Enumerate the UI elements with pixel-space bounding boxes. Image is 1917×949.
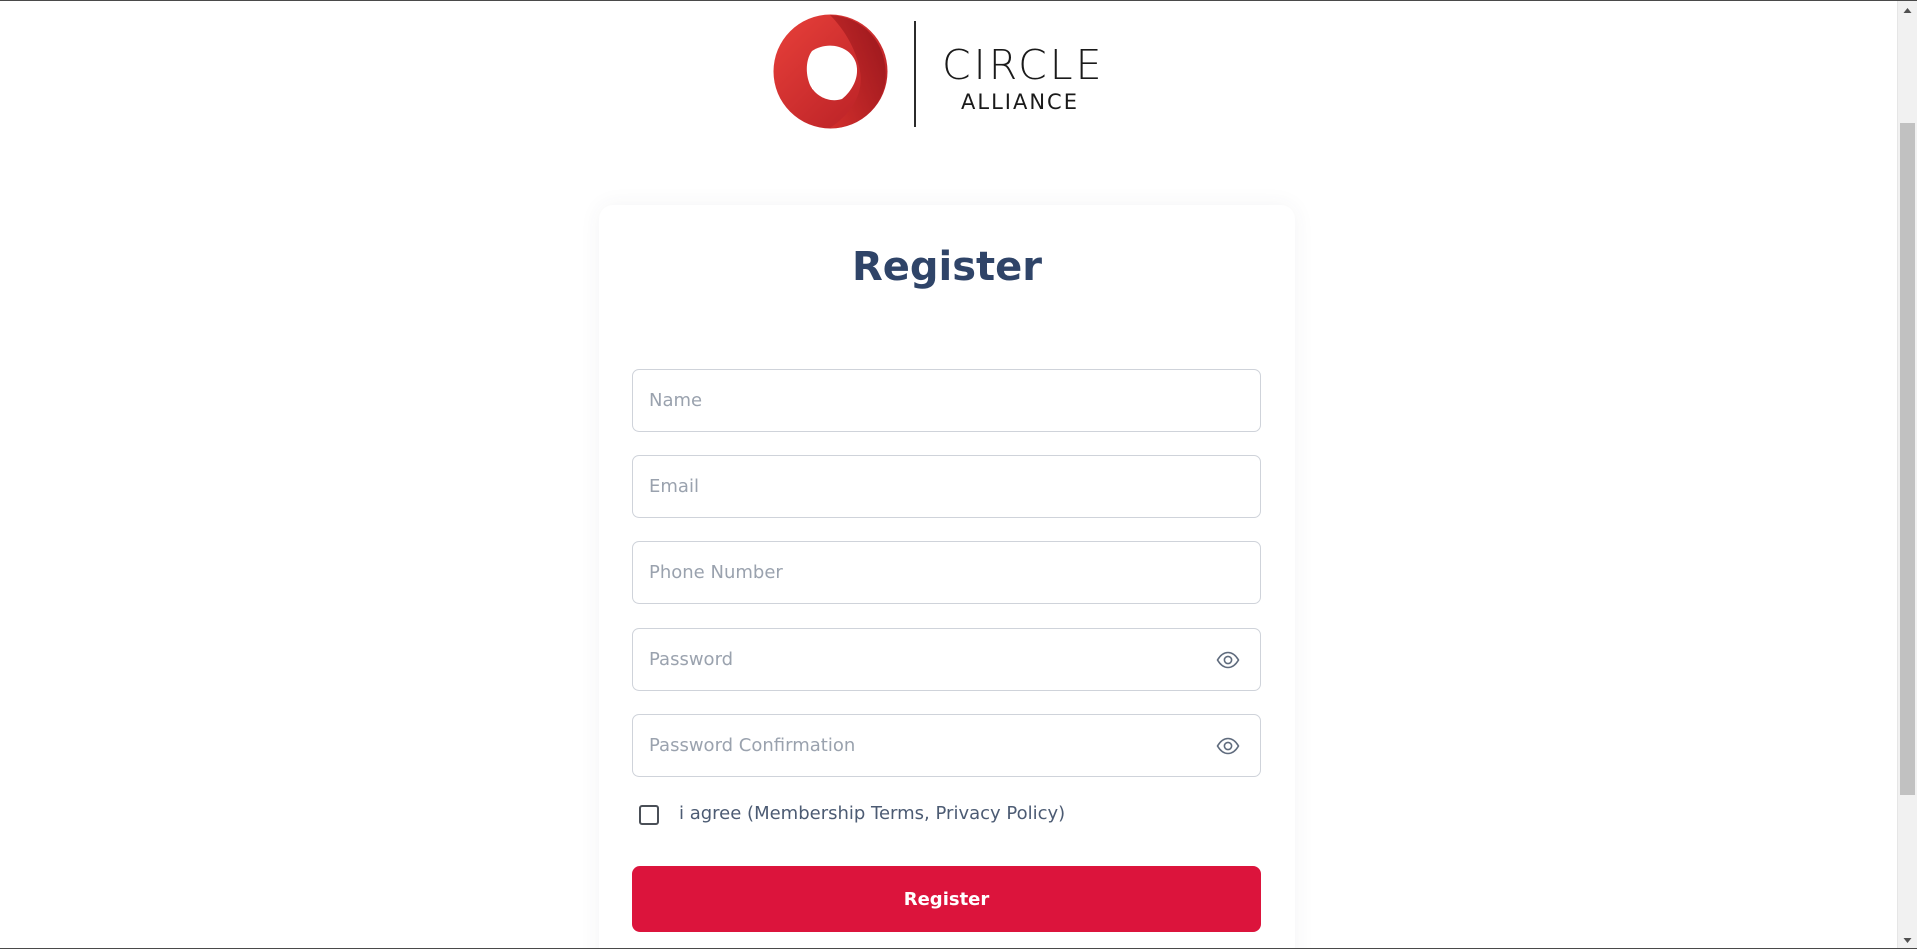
email-field[interactable] — [632, 455, 1261, 518]
register-card: Register i agree (Membershi — [599, 205, 1295, 948]
register-button[interactable]: Register — [632, 866, 1261, 932]
brand-logo: CIRCLE ALLIANCE — [772, 13, 1112, 131]
eye-icon[interactable] — [1216, 736, 1240, 756]
chevron-down-icon[interactable] — [1898, 932, 1917, 949]
brand-name-sub: ALLIANCE — [961, 90, 1079, 114]
password-input[interactable] — [649, 629, 1209, 690]
logo-divider — [914, 21, 916, 127]
phone-field[interactable] — [632, 541, 1261, 604]
page-title: Register — [851, 244, 1043, 290]
password-field[interactable] — [632, 628, 1261, 691]
eye-icon[interactable] — [1216, 650, 1240, 670]
chevron-up-icon[interactable] — [1898, 2, 1917, 19]
agree-checkbox[interactable] — [639, 805, 659, 825]
password-confirmation-input[interactable] — [649, 715, 1209, 776]
name-input[interactable] — [649, 370, 1209, 431]
agree-label[interactable]: i agree (Membership Terms, Privacy Polic… — [679, 803, 1065, 824]
agree-row: i agree (Membership Terms, Privacy Polic… — [639, 801, 1239, 831]
page-viewport: CIRCLE ALLIANCE Register Name Email Phon… — [0, 0, 1917, 949]
brand-name-main: CIRCLE — [942, 41, 1105, 89]
password-confirmation-field[interactable] — [632, 714, 1261, 777]
scrollbar-thumb[interactable] — [1900, 123, 1915, 795]
vertical-scrollbar[interactable] — [1897, 1, 1917, 949]
circle-logo-icon — [773, 14, 888, 129]
email-input[interactable] — [649, 456, 1209, 517]
phone-input[interactable] — [649, 542, 1209, 603]
name-field[interactable] — [632, 369, 1261, 432]
